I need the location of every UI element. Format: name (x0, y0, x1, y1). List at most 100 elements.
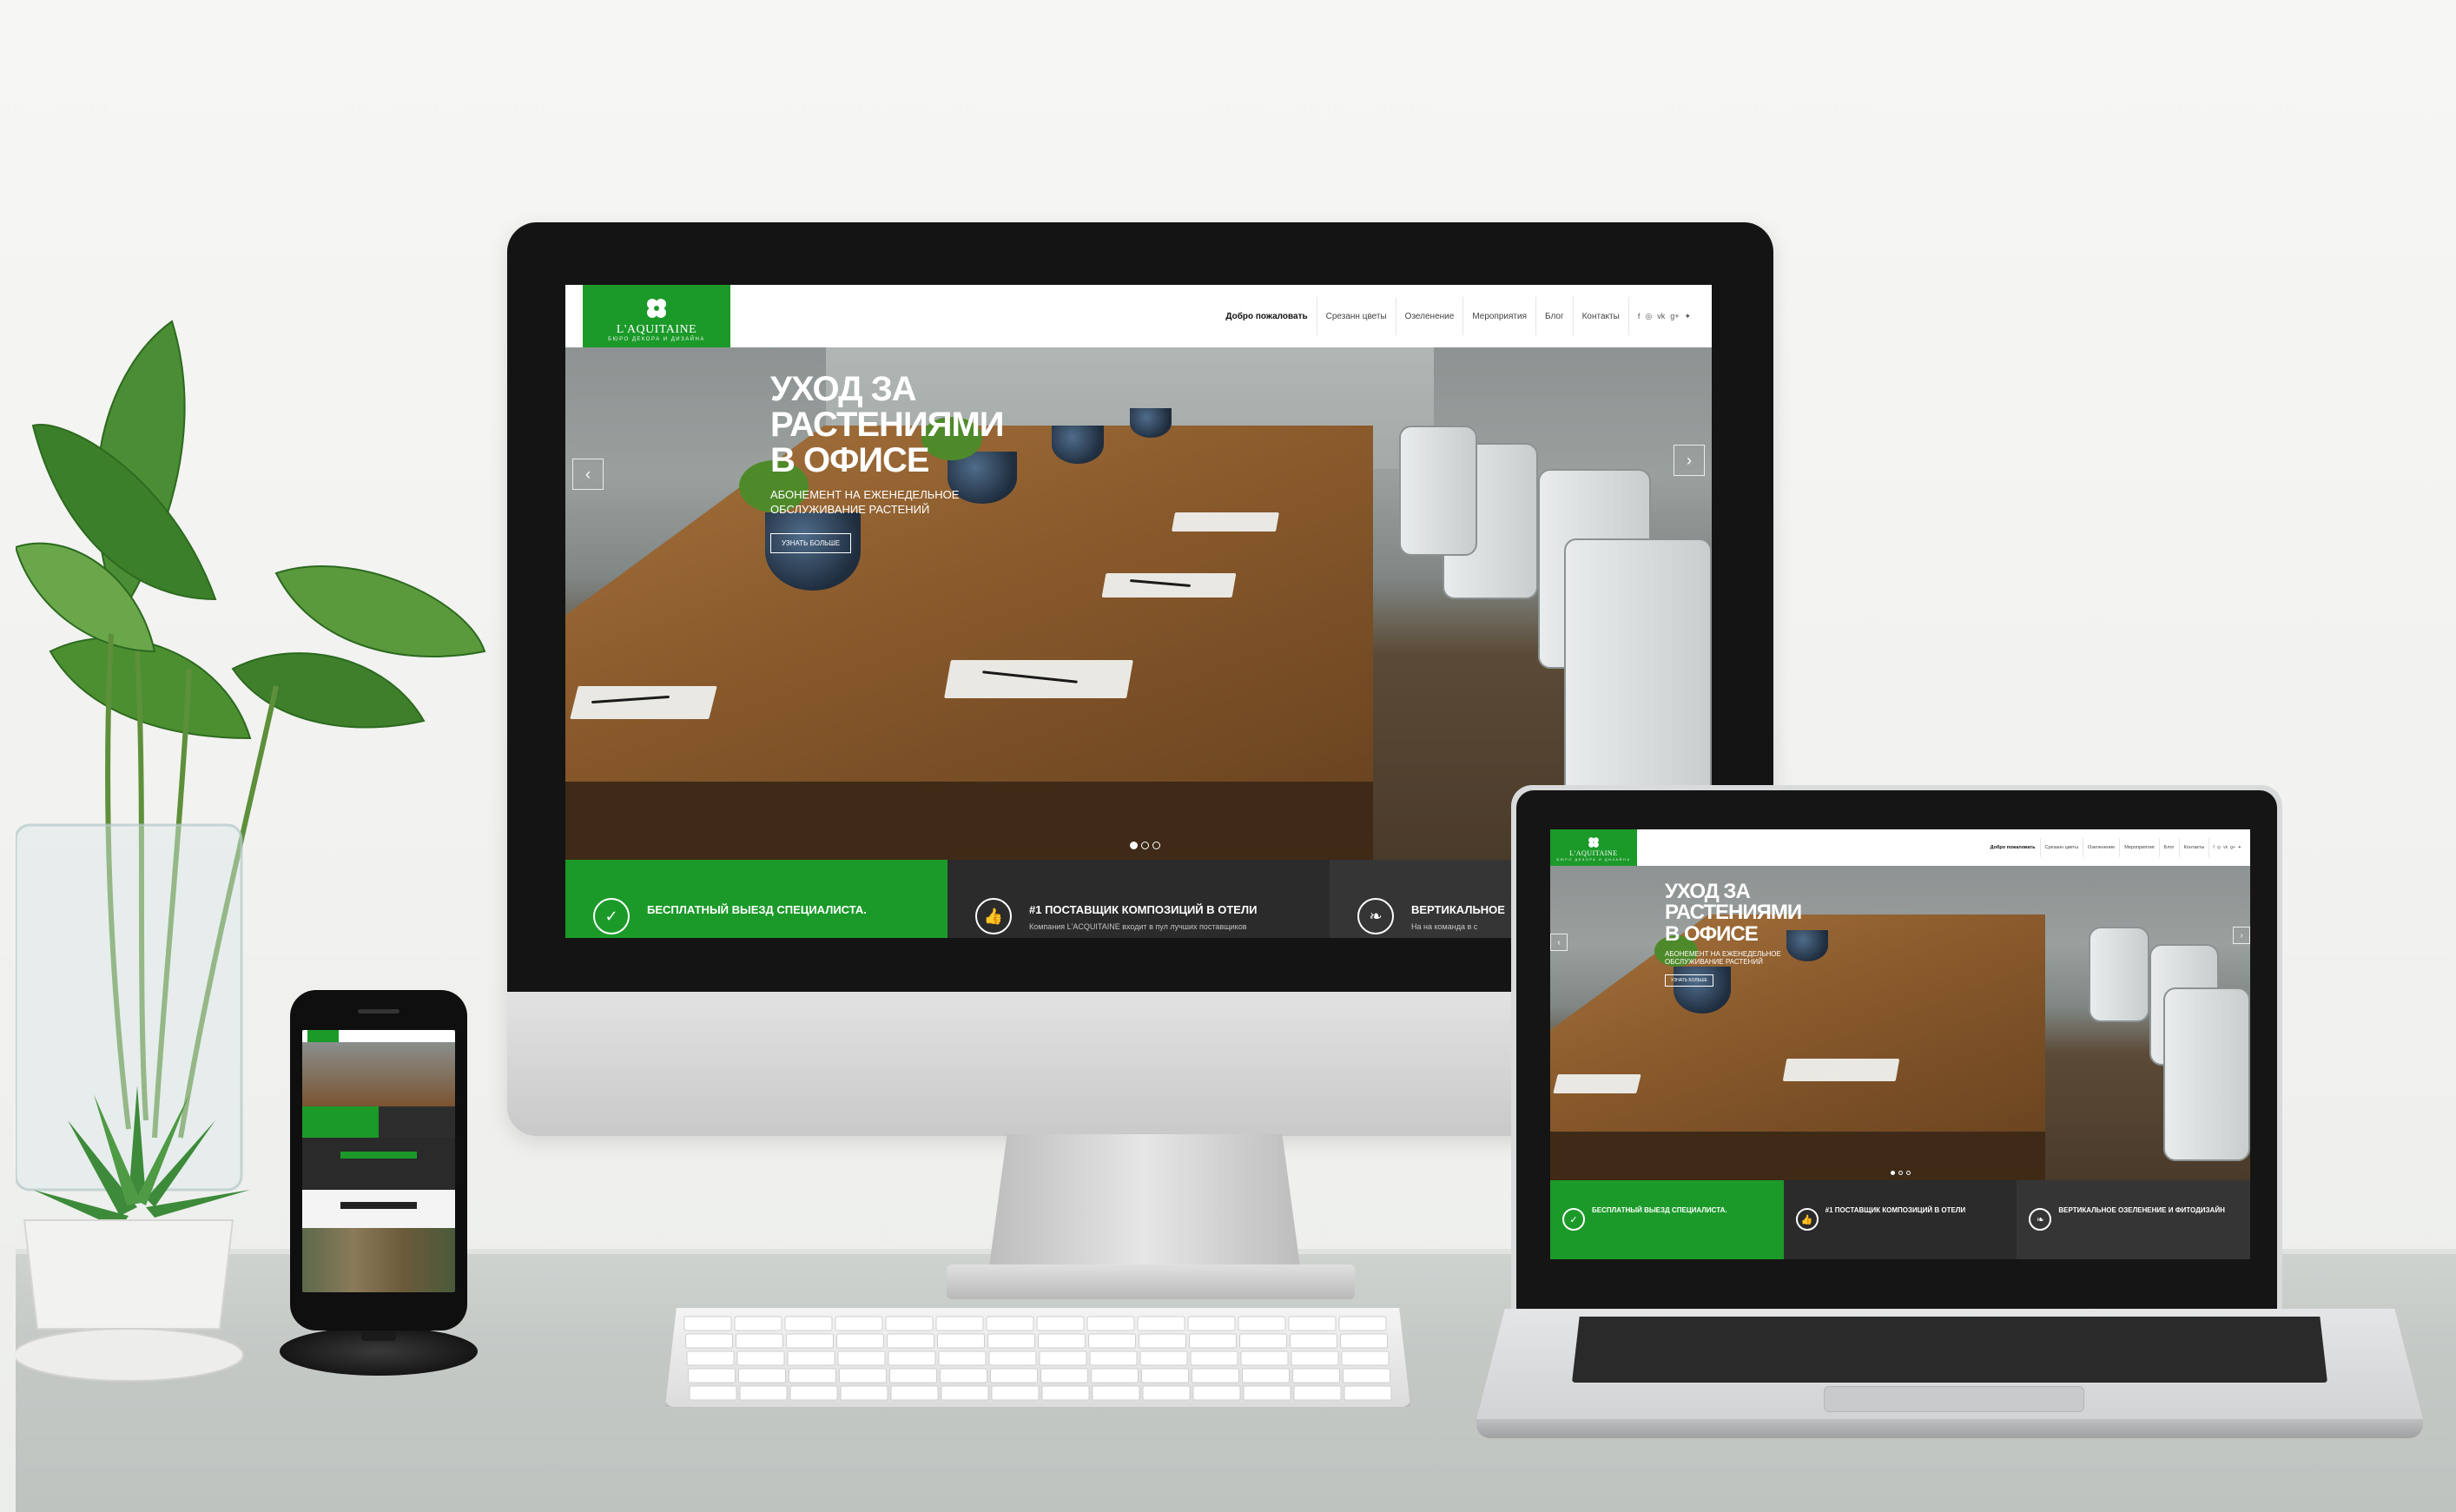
keyboard-key (1242, 1368, 1290, 1383)
keyboard-key (1240, 1350, 1289, 1366)
instagram-icon[interactable]: ◎ (1645, 312, 1652, 321)
nav-item-landscaping[interactable]: Озеленение (1396, 297, 1464, 335)
feature-text: На на команда в с (1411, 922, 1478, 931)
phone-screen (302, 1030, 455, 1292)
keyboard-key (786, 1333, 834, 1349)
laptop-hero-subtitle: АБОНЕМЕНТ НА ЕЖЕНЕДЕЛЬНОЕ ОБСЛУЖИВАНИЕ Р… (1665, 950, 1781, 967)
site-header: L'AQUITAINE БЮРО ДЕКОРА И ДИЗАЙНА Добро … (565, 285, 1712, 353)
hero-title: УХОД ЗА РАСТЕНИЯМИ В ОФИСЕ (770, 370, 1005, 479)
hero-paper (1101, 573, 1237, 598)
vk-icon[interactable]: vk (1657, 312, 1665, 320)
phone-section-light (302, 1190, 455, 1228)
keyboard-key (1238, 1316, 1286, 1331)
laptop-nav-item-events[interactable]: Мероприятия (2120, 838, 2160, 857)
keyboard-key (890, 1385, 939, 1401)
site-logo[interactable]: L'AQUITAINE БЮРО ДЕКОРА И ДИЗАЙНА (583, 285, 730, 353)
hero-table-edge (565, 782, 1373, 860)
laptop-vk-icon[interactable]: vk (2223, 845, 2228, 850)
laptop-front-edge (1476, 1419, 2423, 1438)
keyboard-key (1190, 1350, 1238, 1366)
laptop-logo-name: L'AQUITAINE (1569, 849, 1618, 857)
social-links: f ◎ vk g+ ✦ (1629, 312, 1691, 321)
laptop-slider-prev-arrow-icon[interactable]: ‹ (1550, 934, 1568, 951)
nav-item-contacts[interactable]: Контакты (1574, 297, 1629, 335)
keyboard-key (836, 1333, 884, 1349)
logo-tagline: БЮРО ДЕКОРА И ДИЗАЙНА (608, 337, 705, 342)
keyboard-key (787, 1350, 835, 1366)
keyboard-key (1041, 1385, 1090, 1401)
keyboard-key (935, 1316, 984, 1331)
laptop-leaf-icon: ❧ (2029, 1208, 2052, 1231)
laptop-slider-dot[interactable] (1906, 1171, 1911, 1175)
keyboard-key (1091, 1368, 1139, 1383)
keyboard-key (1139, 1350, 1188, 1366)
keyboard-key (941, 1385, 989, 1401)
monitor-stand (988, 1134, 1301, 1273)
facebook-icon[interactable]: f (1638, 312, 1641, 320)
laptop-hero-chair (2089, 927, 2149, 1022)
nav-item-events[interactable]: Мероприятия (1463, 297, 1536, 335)
laptop-feature-free-visit[interactable]: ✓ БЕСПЛАТНЫЙ ВЫЕЗД СПЕЦИАЛИСТА. (1550, 1180, 1784, 1259)
laptop-twitter-icon[interactable]: ✦ (2238, 845, 2241, 850)
keyboard-key (683, 1316, 732, 1331)
nav-item-welcome[interactable]: Добро пожаловать (1217, 297, 1317, 335)
keyboard-key (688, 1368, 736, 1383)
slider-dot[interactable] (1152, 842, 1160, 849)
feature-hotel-supplier[interactable]: 👍 #1 ПОСТАВЩИК КОМПОЗИЦИЙ В ОТЕЛИ Компан… (947, 860, 1330, 938)
learn-more-button[interactable]: УЗНАТЬ БОЛЬШЕ (770, 533, 852, 554)
keyboard-key (837, 1350, 886, 1366)
laptop-keyboard (1572, 1317, 2327, 1383)
monitor-stand-base (947, 1264, 1355, 1299)
keyboard-key (1341, 1350, 1390, 1366)
laptop-screen: L'AQUITAINE БЮРО ДЕКОРА И ДИЗАЙНА Добро … (1550, 829, 2250, 1259)
laptop-feature-hotel-supplier[interactable]: 👍 #1 ПОСТАВЩИК КОМПОЗИЦИЙ В ОТЕЛИ (1783, 1180, 2017, 1259)
laptop-nav-item-landscaping[interactable]: Озеленение (2083, 838, 2121, 857)
laptop-nav-item-welcome[interactable]: Добро пожаловать (1986, 838, 2041, 857)
laptop-slider-dot[interactable] (1891, 1171, 1895, 1175)
hero-slider: УХОД ЗА РАСТЕНИЯМИ В ОФИСЕ АБОНЕМЕНТ НА … (565, 347, 1712, 860)
phone-content-dark (302, 1138, 455, 1190)
keyboard-key (1288, 1316, 1337, 1331)
slider-dot[interactable] (1141, 842, 1149, 849)
laptop-site-logo[interactable]: L'AQUITAINE БЮРО ДЕКОРА И ДИЗАЙНА (1550, 829, 1637, 868)
laptop-hero-paper (1553, 1074, 1641, 1093)
laptop-slider-dot[interactable] (1898, 1171, 1903, 1175)
keyboard-key (840, 1385, 888, 1401)
keyboard-key (839, 1368, 887, 1383)
main-nav: Добро пожаловать Срезанн цветы Озеленени… (1217, 297, 1691, 335)
laptop-facebook-icon[interactable]: f (2213, 845, 2214, 850)
slider-prev-arrow-icon[interactable]: ‹ (572, 459, 604, 490)
laptop-nav-item-blog[interactable]: Блог (2160, 838, 2180, 857)
keyboard-key (835, 1316, 883, 1331)
phone-gallery (302, 1228, 455, 1292)
keyboard-key (1038, 1333, 1086, 1349)
laptop-logo-flower-icon (1587, 835, 1601, 849)
laptop-nav-item-contacts[interactable]: Контакты (2180, 838, 2210, 857)
laptop-hero-paper (1782, 1059, 1900, 1081)
keyboard-key (991, 1385, 1040, 1401)
keyboard-key (1291, 1350, 1339, 1366)
logo-name: L'AQUITAINE (616, 323, 697, 336)
laptop-google-plus-icon[interactable]: g+ (2230, 845, 2235, 850)
twitter-icon[interactable]: ✦ (1684, 312, 1691, 321)
keyboard-key (738, 1368, 786, 1383)
phone-hero (302, 1042, 455, 1106)
slider-dot[interactable] (1130, 842, 1138, 849)
nav-item-cut-flowers[interactable]: Срезанн цветы (1317, 297, 1396, 335)
laptop-hero-table-edge (1550, 1132, 2045, 1180)
leaf-icon: ❧ (1357, 898, 1394, 934)
keyboard-key (1039, 1350, 1087, 1366)
laptop-nav-item-cut-flowers[interactable]: Срезанн цветы (2041, 838, 2084, 857)
keyboard-key (940, 1368, 987, 1383)
laptop-feature-title: БЕСПЛАТНЫЙ ВЫЕЗД СПЕЦИАЛИСТА. (1592, 1206, 1727, 1214)
laptop-slider-next-arrow-icon[interactable]: › (2233, 927, 2250, 944)
keyboard-key (736, 1333, 783, 1349)
slider-next-arrow-icon[interactable]: › (1674, 445, 1705, 476)
laptop-learn-more-button[interactable]: УЗНАТЬ БОЛЬШЕ (1665, 974, 1713, 987)
nav-item-blog[interactable]: Блог (1536, 297, 1574, 335)
laptop-feature-vertical-greening[interactable]: ❧ ВЕРТИКАЛЬНОЕ ОЗЕЛЕНЕНИЕ И ФИТОДИЗАЙН (2017, 1180, 2250, 1259)
keyboard-key (789, 1385, 838, 1401)
feature-free-visit[interactable]: ✓ БЕСПЛАТНЫЙ ВЫЕЗД СПЕЦИАЛИСТА. (565, 860, 947, 938)
google-plus-icon[interactable]: g+ (1670, 312, 1679, 320)
laptop-instagram-icon[interactable]: ◎ (2217, 845, 2221, 850)
